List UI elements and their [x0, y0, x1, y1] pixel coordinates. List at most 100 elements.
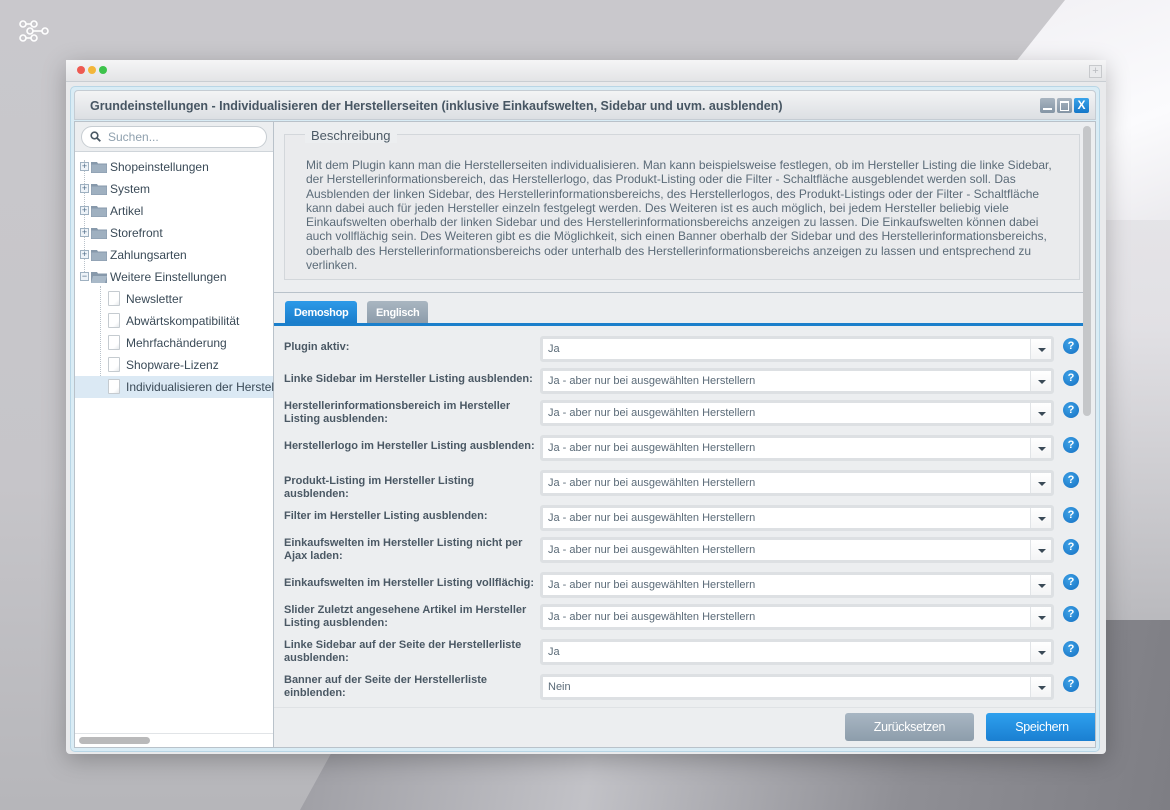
- help-icon[interactable]: ?: [1063, 574, 1079, 590]
- tree-item-zahlungsarten[interactable]: + Zahlungsarten: [75, 244, 273, 266]
- window-title: Grundeinstellungen - Individualisieren d…: [90, 99, 783, 113]
- field-select[interactable]: Ja - aber nur bei ausgewählten Herstelle…: [540, 435, 1054, 461]
- main-vertical-scrollbar[interactable]: [1083, 126, 1091, 416]
- field-select[interactable]: Ja - aber nur bei ausgewählten Herstelle…: [540, 505, 1054, 531]
- select-value: Nein: [548, 681, 571, 693]
- document-icon: [108, 379, 120, 394]
- zoom-window-dot[interactable]: [99, 66, 107, 74]
- help-icon[interactable]: ?: [1063, 472, 1079, 488]
- tree-item-label: System: [110, 182, 151, 196]
- field-select[interactable]: Ja - aber nur bei ausgewählten Herstelle…: [540, 470, 1054, 496]
- folder-icon: [91, 250, 107, 261]
- field-select[interactable]: Ja - aber nur bei ausgewählten Herstelle…: [540, 368, 1054, 394]
- expand-icon[interactable]: +: [80, 250, 89, 259]
- chevron-down-icon[interactable]: [1030, 339, 1051, 359]
- save-button[interactable]: Speichern: [986, 713, 1095, 741]
- select-value: Ja: [548, 343, 560, 355]
- help-icon[interactable]: ?: [1063, 606, 1079, 622]
- tab-englisch[interactable]: Englisch: [367, 301, 429, 323]
- description-legend: Beschreibung: [305, 128, 397, 143]
- tree-item-newsletter[interactable]: Newsletter: [75, 288, 273, 310]
- field-label: Einkaufswelten im Hersteller Listing vol…: [284, 577, 535, 589]
- tab-demoshop[interactable]: Demoshop: [285, 301, 358, 323]
- field-select[interactable]: Ja - aber nur bei ausgewählten Herstelle…: [540, 572, 1054, 598]
- tree-item-mehrfachaenderung[interactable]: Mehrfachänderung: [75, 332, 273, 354]
- chevron-down-icon[interactable]: [1030, 607, 1051, 627]
- plus-icon[interactable]: +: [1089, 65, 1102, 78]
- field-label: Filter im Hersteller Listing ausblenden:: [284, 510, 488, 522]
- tree-item-label: Mehrfachänderung: [126, 336, 227, 350]
- chevron-down-icon[interactable]: [1030, 438, 1051, 458]
- field-label: Herstellerinformationsbereich im Herstel…: [284, 400, 511, 425]
- field-select[interactable]: Nein: [540, 674, 1054, 700]
- chevron-down-icon[interactable]: [1030, 403, 1051, 423]
- close-window-dot[interactable]: [77, 66, 85, 74]
- select-value: Ja - aber nur bei ausgewählten Herstelle…: [548, 579, 756, 591]
- window-title-bar[interactable]: Grundeinstellungen - Individualisieren d…: [74, 90, 1096, 120]
- tree-item-weitere-einstellungen[interactable]: − Weitere Einstellungen: [75, 266, 273, 288]
- help-icon[interactable]: ?: [1063, 437, 1079, 453]
- sidebar-horizontal-scrollbar[interactable]: [75, 733, 273, 747]
- close-icon[interactable]: X: [1074, 98, 1089, 113]
- chevron-down-icon[interactable]: [1030, 677, 1051, 697]
- tree-item-artikel[interactable]: + Artikel: [75, 200, 273, 222]
- help-icon[interactable]: ?: [1063, 539, 1079, 555]
- tree-item-storefront[interactable]: + Storefront: [75, 222, 273, 244]
- reset-button[interactable]: Zurücksetzen: [845, 713, 974, 741]
- field-select[interactable]: Ja: [540, 639, 1054, 665]
- tree-item-system[interactable]: + System: [75, 178, 273, 200]
- select-value: Ja - aber nur bei ausgewählten Herstelle…: [548, 477, 756, 489]
- help-icon[interactable]: ?: [1063, 338, 1079, 354]
- field-select[interactable]: Ja - aber nur bei ausgewählten Herstelle…: [540, 604, 1054, 630]
- chevron-down-icon[interactable]: [1030, 642, 1051, 662]
- chevron-down-icon[interactable]: [1030, 508, 1051, 528]
- tree-item-label: Shopware-Lizenz: [126, 358, 219, 372]
- settings-sidebar: + Shopeinstellungen + System + Artikel: [75, 122, 319, 747]
- help-icon[interactable]: ?: [1063, 507, 1079, 523]
- minimize-window-dot[interactable]: [88, 66, 96, 74]
- chevron-down-icon[interactable]: [1030, 473, 1051, 493]
- folder-icon: [91, 206, 107, 217]
- help-icon[interactable]: ?: [1063, 676, 1079, 692]
- expand-icon[interactable]: +: [80, 184, 89, 193]
- document-icon: [108, 313, 120, 328]
- select-value: Ja - aber nur bei ausgewählten Herstelle…: [548, 407, 756, 419]
- expand-icon[interactable]: +: [80, 228, 89, 237]
- select-value: Ja - aber nur bei ausgewählten Herstelle…: [548, 544, 756, 556]
- maximize-icon[interactable]: [1057, 98, 1072, 113]
- connected-nodes-icon[interactable]: [18, 20, 52, 42]
- field-select[interactable]: Ja: [540, 336, 1054, 362]
- field-label: Slider Zuletzt angesehene Artikel im Her…: [284, 604, 527, 629]
- window-body: + Shopeinstellungen + System + Artikel: [74, 121, 1096, 748]
- help-icon[interactable]: ?: [1063, 370, 1079, 386]
- tree-item-shopware-lizenz[interactable]: Shopware-Lizenz: [75, 354, 273, 376]
- expand-icon[interactable]: +: [80, 206, 89, 215]
- chevron-down-icon[interactable]: [1030, 575, 1051, 595]
- search-input[interactable]: [108, 130, 258, 144]
- collapse-icon[interactable]: −: [80, 272, 89, 281]
- scrollbar-thumb[interactable]: [79, 737, 150, 744]
- chevron-down-icon[interactable]: [1030, 540, 1051, 560]
- tree-item-shopeinstellungen[interactable]: + Shopeinstellungen: [75, 156, 273, 178]
- field-label: Plugin aktiv:: [284, 341, 350, 353]
- tree-item-individualisieren-herstellerseiten[interactable]: Individualisieren der Herstellerseiten: [75, 376, 319, 398]
- form-footer: Zurücksetzen Speichern: [274, 707, 1095, 747]
- field-select[interactable]: Ja - aber nur bei ausgewählten Herstelle…: [540, 537, 1054, 563]
- document-icon: [108, 335, 120, 350]
- minimize-icon[interactable]: [1040, 98, 1055, 113]
- window-controls: X: [1040, 98, 1089, 113]
- browser-title-bar: +: [66, 60, 1106, 82]
- field-label: Banner auf der Seite der Herstellerliste…: [284, 674, 487, 699]
- select-value: Ja - aber nur bei ausgewählten Herstelle…: [548, 375, 756, 387]
- folder-icon: [91, 184, 107, 195]
- chevron-down-icon[interactable]: [1030, 371, 1051, 391]
- field-label: Linke Sidebar auf der Seite der Herstell…: [284, 639, 522, 664]
- search-icon: [90, 131, 101, 142]
- expand-icon[interactable]: +: [80, 162, 89, 171]
- folder-open-icon: [91, 272, 107, 283]
- browser-window: + Grundeinstellungen - Individualisieren…: [66, 60, 1106, 754]
- tree-item-abwaertskompatibilitaet[interactable]: Abwärtskompatibilität: [75, 310, 273, 332]
- help-icon[interactable]: ?: [1063, 641, 1079, 657]
- help-icon[interactable]: ?: [1063, 402, 1079, 418]
- field-select[interactable]: Ja - aber nur bei ausgewählten Herstelle…: [540, 400, 1054, 426]
